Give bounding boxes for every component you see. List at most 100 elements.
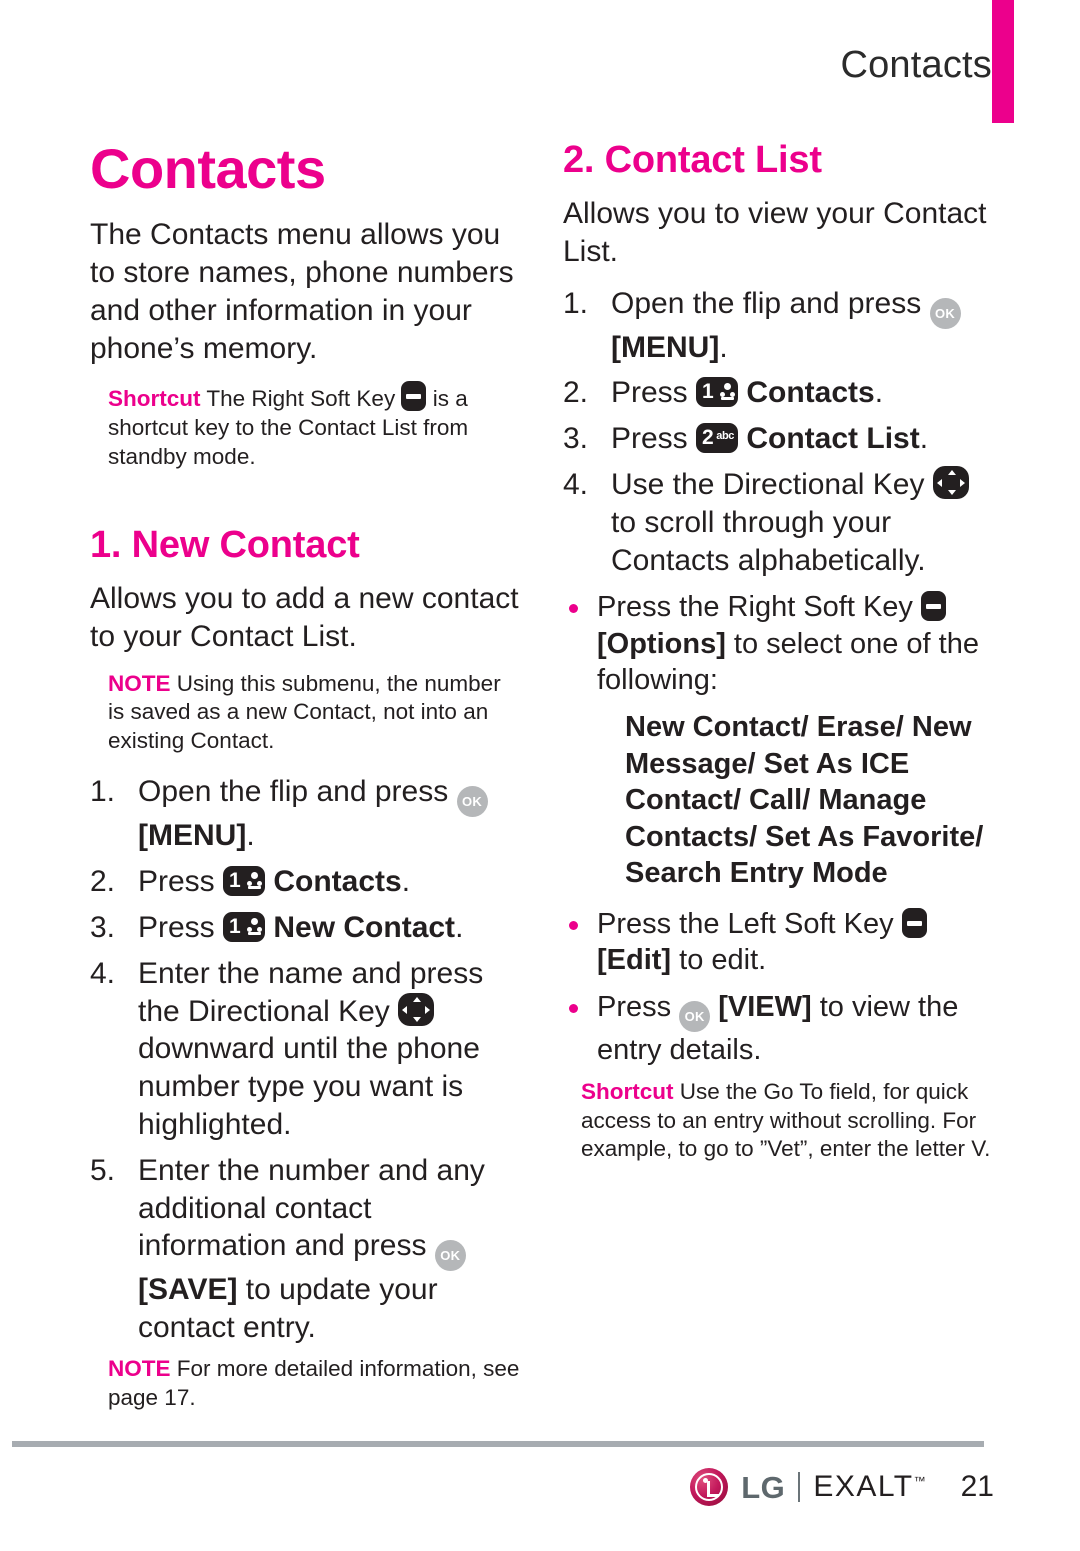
emphasis-text: Contact List bbox=[738, 422, 920, 456]
step-text: Press bbox=[611, 376, 697, 410]
step-text: . bbox=[874, 376, 884, 410]
voicemail-glyph bbox=[247, 872, 263, 890]
note-tag: NOTE bbox=[108, 670, 171, 696]
chapter-intro-paragraph: The Contacts menu allows you to store na… bbox=[90, 218, 514, 365]
directional-key-icon bbox=[398, 992, 435, 1026]
step-text: Press bbox=[597, 990, 680, 1023]
key-digit: 1 bbox=[229, 869, 241, 893]
ok-key-icon: OK bbox=[434, 1240, 466, 1272]
voicemail-glyph bbox=[247, 918, 263, 936]
right-soft-key-icon bbox=[401, 381, 427, 412]
footer-note-new-contact: NOTE For more detailed information, see … bbox=[108, 1355, 520, 1412]
page-number: 21 bbox=[960, 1470, 994, 1503]
step-number: 2. bbox=[90, 865, 116, 899]
lg-logo-icon bbox=[690, 1468, 729, 1506]
emphasis-text: [SAVE] bbox=[138, 1273, 238, 1307]
step-item: 3. Press 1 New Contact. bbox=[90, 909, 520, 947]
shortcut-note-right: Shortcut Use the Go To field, for quick … bbox=[581, 1078, 995, 1164]
right-soft-key-icon bbox=[920, 591, 946, 622]
step-text: . bbox=[719, 330, 728, 364]
step-text: Press the Left Soft Key bbox=[597, 907, 902, 940]
step-text: to edit. bbox=[671, 944, 767, 977]
step-text: Use the Directional Key bbox=[611, 468, 933, 502]
step-item: 4. Enter the name and press the Direction… bbox=[90, 955, 520, 1144]
step-number: 1. bbox=[563, 286, 589, 320]
product-wordmark: EXALT™ bbox=[813, 1472, 925, 1502]
section-intro-contact-list: Allows you to view your Contact List. bbox=[563, 197, 987, 268]
product-name: EXALT bbox=[813, 1470, 914, 1503]
bullet-item: Press the Left Soft Key [Edit] to edit. bbox=[563, 906, 995, 979]
page-columns: Contacts The Contacts menu allows you to… bbox=[0, 139, 1080, 1410]
step-item: 2. Press 1 Contacts. bbox=[90, 863, 520, 901]
step-number: 3. bbox=[90, 911, 116, 945]
left-column: Contacts The Contacts menu allows you to… bbox=[90, 137, 520, 1430]
left-soft-key-icon bbox=[901, 907, 927, 938]
step-item: 5. Enter the number and any additional co… bbox=[90, 1152, 520, 1347]
key-1-icon: 1 bbox=[696, 377, 739, 408]
key-digit: 2 bbox=[702, 426, 714, 450]
step-number: 2. bbox=[563, 376, 589, 410]
emphasis-text: [MENU] bbox=[611, 330, 720, 364]
lg-wordmark: LG bbox=[741, 1469, 786, 1505]
shortcut-note-left: Shortcut The Right Soft Key is a shortcu… bbox=[108, 381, 520, 471]
shortcut-note-tag: Shortcut bbox=[108, 386, 201, 412]
step-text: to scroll through your Contacts alphabet… bbox=[611, 505, 926, 577]
step-item: 1. Open the flip and press OK [MENU]. bbox=[563, 285, 995, 367]
footer-brand-group: LG EXALT™ 21 bbox=[690, 1468, 994, 1506]
section-title-contact-list: 2. Contact List bbox=[563, 139, 822, 181]
section-intro-new-contact: Allows you to add a new contact to your … bbox=[90, 582, 519, 653]
key-1-icon: 1 bbox=[223, 912, 266, 943]
step-item: 3. Press 2 abc Contact List. bbox=[563, 420, 995, 458]
step-item: 4. Use the Directional Key to scroll thro… bbox=[563, 466, 995, 579]
bullet-item: Press OK [VIEW] to view the entry detail… bbox=[563, 989, 995, 1069]
directional-key-icon bbox=[932, 466, 969, 500]
step-number: 1. bbox=[90, 775, 116, 809]
chapter-title: Contacts bbox=[90, 137, 326, 200]
step-number: 3. bbox=[563, 422, 589, 456]
step-text: Enter the number and any additional cont… bbox=[138, 1153, 485, 1263]
bullet-list-options: Press the Right Soft Key [Options] to se… bbox=[563, 589, 995, 699]
key-digit: 1 bbox=[702, 380, 714, 404]
emphasis-text: [Edit] bbox=[597, 944, 672, 977]
step-number: 4. bbox=[90, 956, 116, 990]
step-item: 1. Open the flip and press OK [MENU]. bbox=[90, 773, 520, 855]
step-text: Press bbox=[138, 911, 224, 945]
emphasis-text: New Contact bbox=[265, 911, 456, 945]
step-text: Press bbox=[611, 422, 697, 456]
step-number: 4. bbox=[563, 468, 589, 502]
key-1-icon: 1 bbox=[223, 866, 266, 897]
footer-note-tag: NOTE bbox=[108, 1355, 171, 1381]
shortcut-note-text-before: The Right Soft Key bbox=[200, 386, 402, 412]
step-text: . bbox=[919, 422, 929, 456]
emphasis-text: [MENU] bbox=[138, 819, 247, 853]
ok-key-icon: OK bbox=[929, 297, 961, 329]
step-text: Press bbox=[138, 865, 224, 899]
steps-list-contact-list: 1. Open the flip and press OK [MENU]. 2. Pr… bbox=[563, 285, 995, 580]
emphasis-text: [Options] bbox=[597, 627, 726, 660]
step-text: downward until the phone number type you… bbox=[138, 1032, 480, 1141]
page-footer: LG EXALT™ 21 bbox=[0, 1468, 1080, 1514]
step-text: Press the Right Soft Key bbox=[597, 591, 921, 624]
right-column: 2. Contact List Allows you to view your … bbox=[563, 139, 995, 1182]
footer-note-text: For more detailed information, see page … bbox=[108, 1355, 520, 1410]
voicemail-glyph bbox=[720, 383, 736, 401]
step-text: Open the flip and press bbox=[611, 286, 930, 320]
key-legend: abc bbox=[716, 430, 735, 443]
options-list-text: New Contact/ Erase/ New Message/ Set As … bbox=[625, 711, 984, 890]
steps-list-new-contact: 1. Open the flip and press OK [MENU]. 2. Pr… bbox=[90, 773, 520, 1347]
note-new-contact: NOTE Using this submenu, the number is s… bbox=[108, 670, 520, 756]
chapter-edge-tab bbox=[992, 0, 1014, 123]
shortcut-note-right-tag: Shortcut bbox=[581, 1079, 674, 1105]
section-title-new-contact: 1. New Contact bbox=[90, 524, 360, 567]
step-item: 2. Press 1 Contacts. bbox=[563, 374, 995, 412]
key-digit: 1 bbox=[229, 915, 241, 939]
step-text: . bbox=[455, 911, 464, 945]
emphasis-text: [VIEW] bbox=[710, 990, 812, 1023]
footer-divider bbox=[12, 1441, 984, 1447]
ok-key-icon: OK bbox=[679, 1000, 711, 1032]
step-number: 5. bbox=[90, 1153, 116, 1187]
running-head-title: Contacts bbox=[840, 44, 992, 86]
ok-key-icon: OK bbox=[456, 786, 488, 818]
bullet-item: Press the Right Soft Key [Options] to se… bbox=[563, 589, 995, 699]
footer-divider-bar bbox=[798, 1472, 801, 1502]
